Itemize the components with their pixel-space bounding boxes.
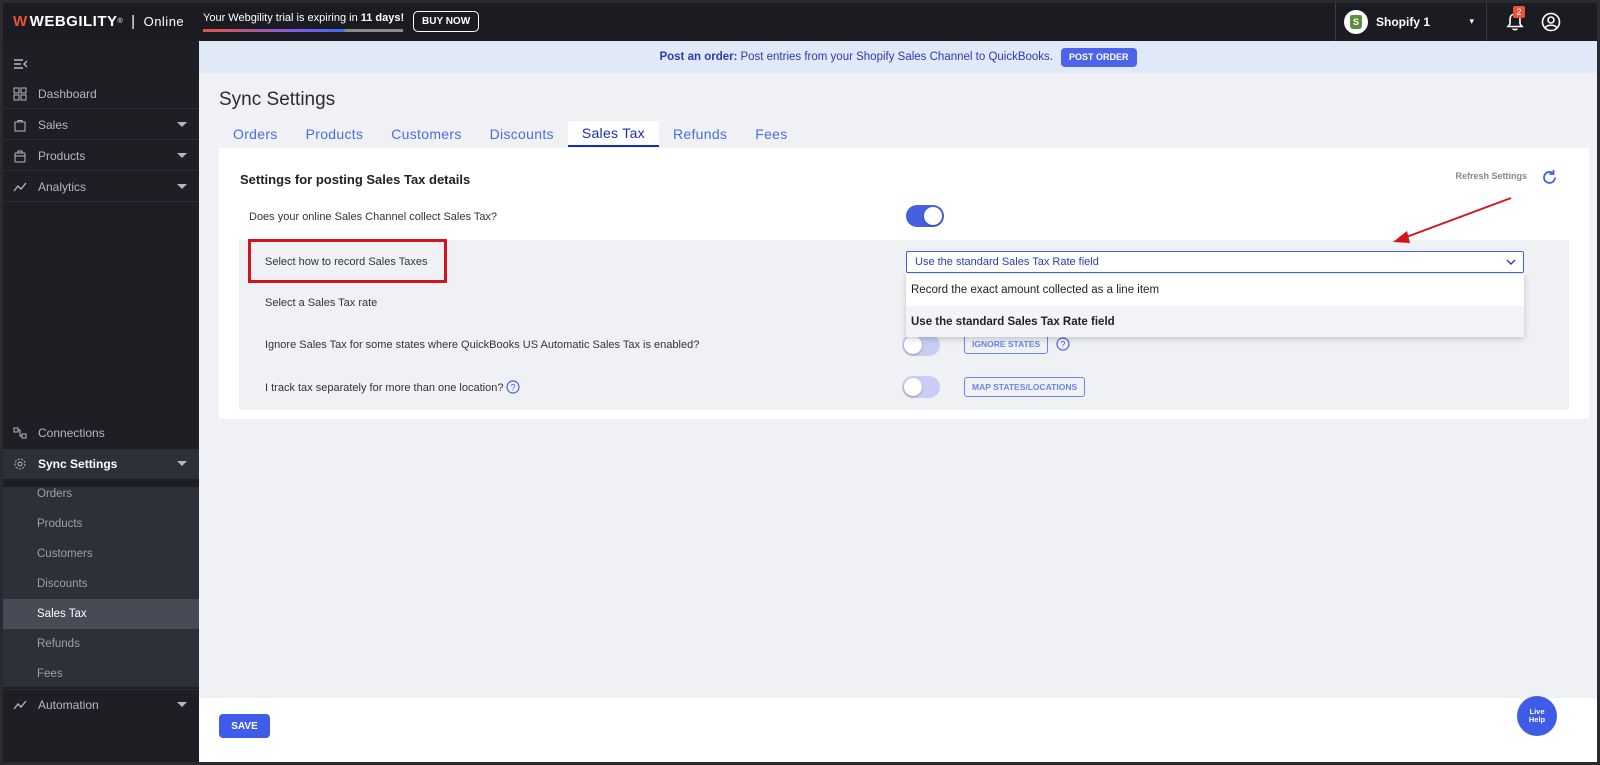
brand-name: WEBGILITY (29, 13, 118, 30)
sync-settings-submenu: Orders Products Customers Discounts Sale… (3, 487, 199, 687)
trial-notice: Your Webgility trial is expiring in 11 d… (203, 12, 404, 24)
products-icon (14, 150, 26, 162)
refresh-icon[interactable] (1541, 169, 1558, 186)
tab-sales-tax[interactable]: Sales Tax (567, 121, 659, 147)
card-title: Settings for posting Sales Tax details (240, 172, 471, 187)
sidebar-item-label: Connections (38, 426, 105, 440)
sidebar-item-automation[interactable]: Automation (3, 689, 199, 719)
banner-text: Post entries from your Shopify Sales Cha… (740, 51, 1054, 63)
user-account-icon[interactable] (1541, 12, 1561, 32)
brand-separator: | (131, 13, 136, 30)
banner-title: Post an order: (659, 51, 738, 63)
svg-text:?: ? (1060, 340, 1065, 350)
chevron-down-icon: ▾ (1469, 16, 1474, 26)
sidebar: Dashboard Sales Products Analytics Conne… (3, 41, 199, 762)
save-button[interactable]: SAVE (219, 714, 270, 738)
tab-orders[interactable]: Orders (219, 121, 292, 147)
sales-tax-rate-label: Select a Sales Tax rate (265, 297, 378, 309)
submenu-item-fees[interactable]: Fees (3, 659, 199, 689)
sidebar-item-sync-settings[interactable]: Sync Settings (3, 449, 199, 479)
track-tax-locations-label: I track tax separately for more than one… (265, 382, 504, 394)
notification-badge: 2 (1513, 6, 1525, 18)
ignore-sales-tax-label: Ignore Sales Tax for some states where Q… (265, 339, 700, 351)
record-sales-tax-label: Select how to record Sales Taxes (265, 256, 428, 268)
store-selector[interactable]: S Shopify 1 ▾ (1335, 3, 1487, 41)
top-bar: W WEBGILITY ® | Online Your Webgility tri… (3, 3, 1597, 41)
collapse-menu-icon[interactable] (13, 58, 29, 70)
store-name: Shopify 1 (1376, 15, 1431, 29)
tab-refunds[interactable]: Refunds (659, 121, 741, 147)
submenu-item-sales-tax[interactable]: Sales Tax (3, 599, 199, 629)
submenu-item-discounts[interactable]: Discounts (3, 569, 199, 599)
shopify-icon: S (1344, 10, 1368, 34)
track-tax-locations-toggle[interactable] (902, 376, 940, 398)
sales-tax-settings-card: Settings for posting Sales Tax details R… (219, 148, 1589, 419)
sidebar-item-label: Sync Settings (38, 457, 118, 471)
automation-icon (13, 700, 27, 709)
dropdown-option-selected[interactable]: Use the standard Sales Tax Rate field (906, 306, 1524, 337)
sidebar-item-analytics[interactable]: Analytics (3, 172, 199, 202)
sidebar-item-sales[interactable]: Sales (3, 110, 199, 140)
caret-down-icon (177, 153, 187, 158)
collect-sales-tax-question: Does your online Sales Channel collect S… (249, 211, 498, 223)
connections-icon (13, 427, 27, 439)
post-order-button[interactable]: POST ORDER (1061, 47, 1137, 67)
brand-logo[interactable]: W WEBGILITY ® | Online (13, 13, 184, 30)
submenu-item-refunds[interactable]: Refunds (3, 629, 199, 659)
tab-fees[interactable]: Fees (741, 121, 801, 147)
sidebar-item-label: Sales (38, 117, 69, 132)
sales-tax-options-panel: Select how to record Sales Taxes Use the… (239, 239, 1569, 410)
live-help-button[interactable]: Live Help (1517, 696, 1557, 736)
sidebar-item-label: Dashboard (38, 86, 97, 101)
toggle-knob (904, 336, 922, 354)
trial-days: 11 days! (360, 12, 405, 24)
submenu-item-orders[interactable]: Orders (3, 479, 199, 509)
submenu-item-customers[interactable]: Customers (3, 539, 199, 569)
webgility-logo-icon: W (13, 13, 28, 30)
dropdown-option[interactable]: Record the exact amount collected as a l… (906, 274, 1524, 305)
select-value: Use the standard Sales Tax Rate field (915, 256, 1099, 268)
live-help-label-line2: Help (1528, 715, 1546, 724)
post-order-banner: Post an order: Post entries from your Sh… (199, 41, 1597, 73)
gear-icon (14, 458, 26, 470)
settings-tabs: Orders Products Customers Discounts Sale… (219, 121, 802, 147)
buy-now-button[interactable]: BUY NOW (413, 11, 480, 32)
help-icon[interactable]: ? (506, 380, 520, 394)
analytics-icon (13, 182, 27, 191)
tab-discounts[interactable]: Discounts (476, 121, 568, 147)
record-sales-tax-dropdown-menu: Record the exact amount collected as a l… (906, 274, 1524, 337)
chevron-down-icon (1506, 259, 1516, 265)
sidebar-item-label: Analytics (38, 179, 87, 194)
tab-products[interactable]: Products (292, 121, 378, 147)
sidebar-item-connections[interactable]: Connections (3, 418, 199, 448)
sidebar-item-label: Automation (38, 697, 99, 712)
caret-down-icon (177, 461, 187, 466)
sidebar-item-label: Products (38, 148, 86, 163)
shopping-bag-icon (14, 119, 26, 131)
ignore-states-button[interactable]: IGNORE STATES (964, 334, 1049, 354)
brand-edition: Online (143, 14, 185, 29)
refresh-settings-link[interactable]: Refresh Settings (1455, 171, 1527, 181)
submenu-item-products[interactable]: Products (3, 509, 199, 539)
trial-progress-bar (203, 29, 403, 32)
toggle-knob (924, 207, 942, 225)
map-states-locations-button[interactable]: MAP STATES/LOCATIONS (964, 377, 1086, 397)
ignore-sales-tax-toggle[interactable] (902, 334, 940, 356)
collect-sales-tax-toggle[interactable] (906, 205, 944, 227)
app-window: W WEBGILITY ® | Online Your Webgility tri… (3, 3, 1597, 762)
sidebar-item-products[interactable]: Products (3, 141, 199, 171)
svg-text:?: ? (510, 383, 515, 393)
trial-text: Your Webgility trial is expiring in (203, 12, 361, 24)
help-icon[interactable]: ? (1056, 337, 1070, 351)
annotation-arrow-icon (1393, 197, 1512, 243)
caret-down-icon (177, 122, 187, 127)
caret-down-icon (177, 184, 187, 189)
caret-down-icon (177, 702, 187, 707)
dashboard-icon (13, 87, 27, 100)
tab-customers[interactable]: Customers (377, 121, 475, 147)
toggle-knob (904, 378, 922, 396)
footer-bar: SAVE Live Help (199, 696, 1597, 762)
sidebar-item-dashboard[interactable]: Dashboard (3, 79, 199, 109)
page-title: Sync Settings (219, 89, 336, 110)
